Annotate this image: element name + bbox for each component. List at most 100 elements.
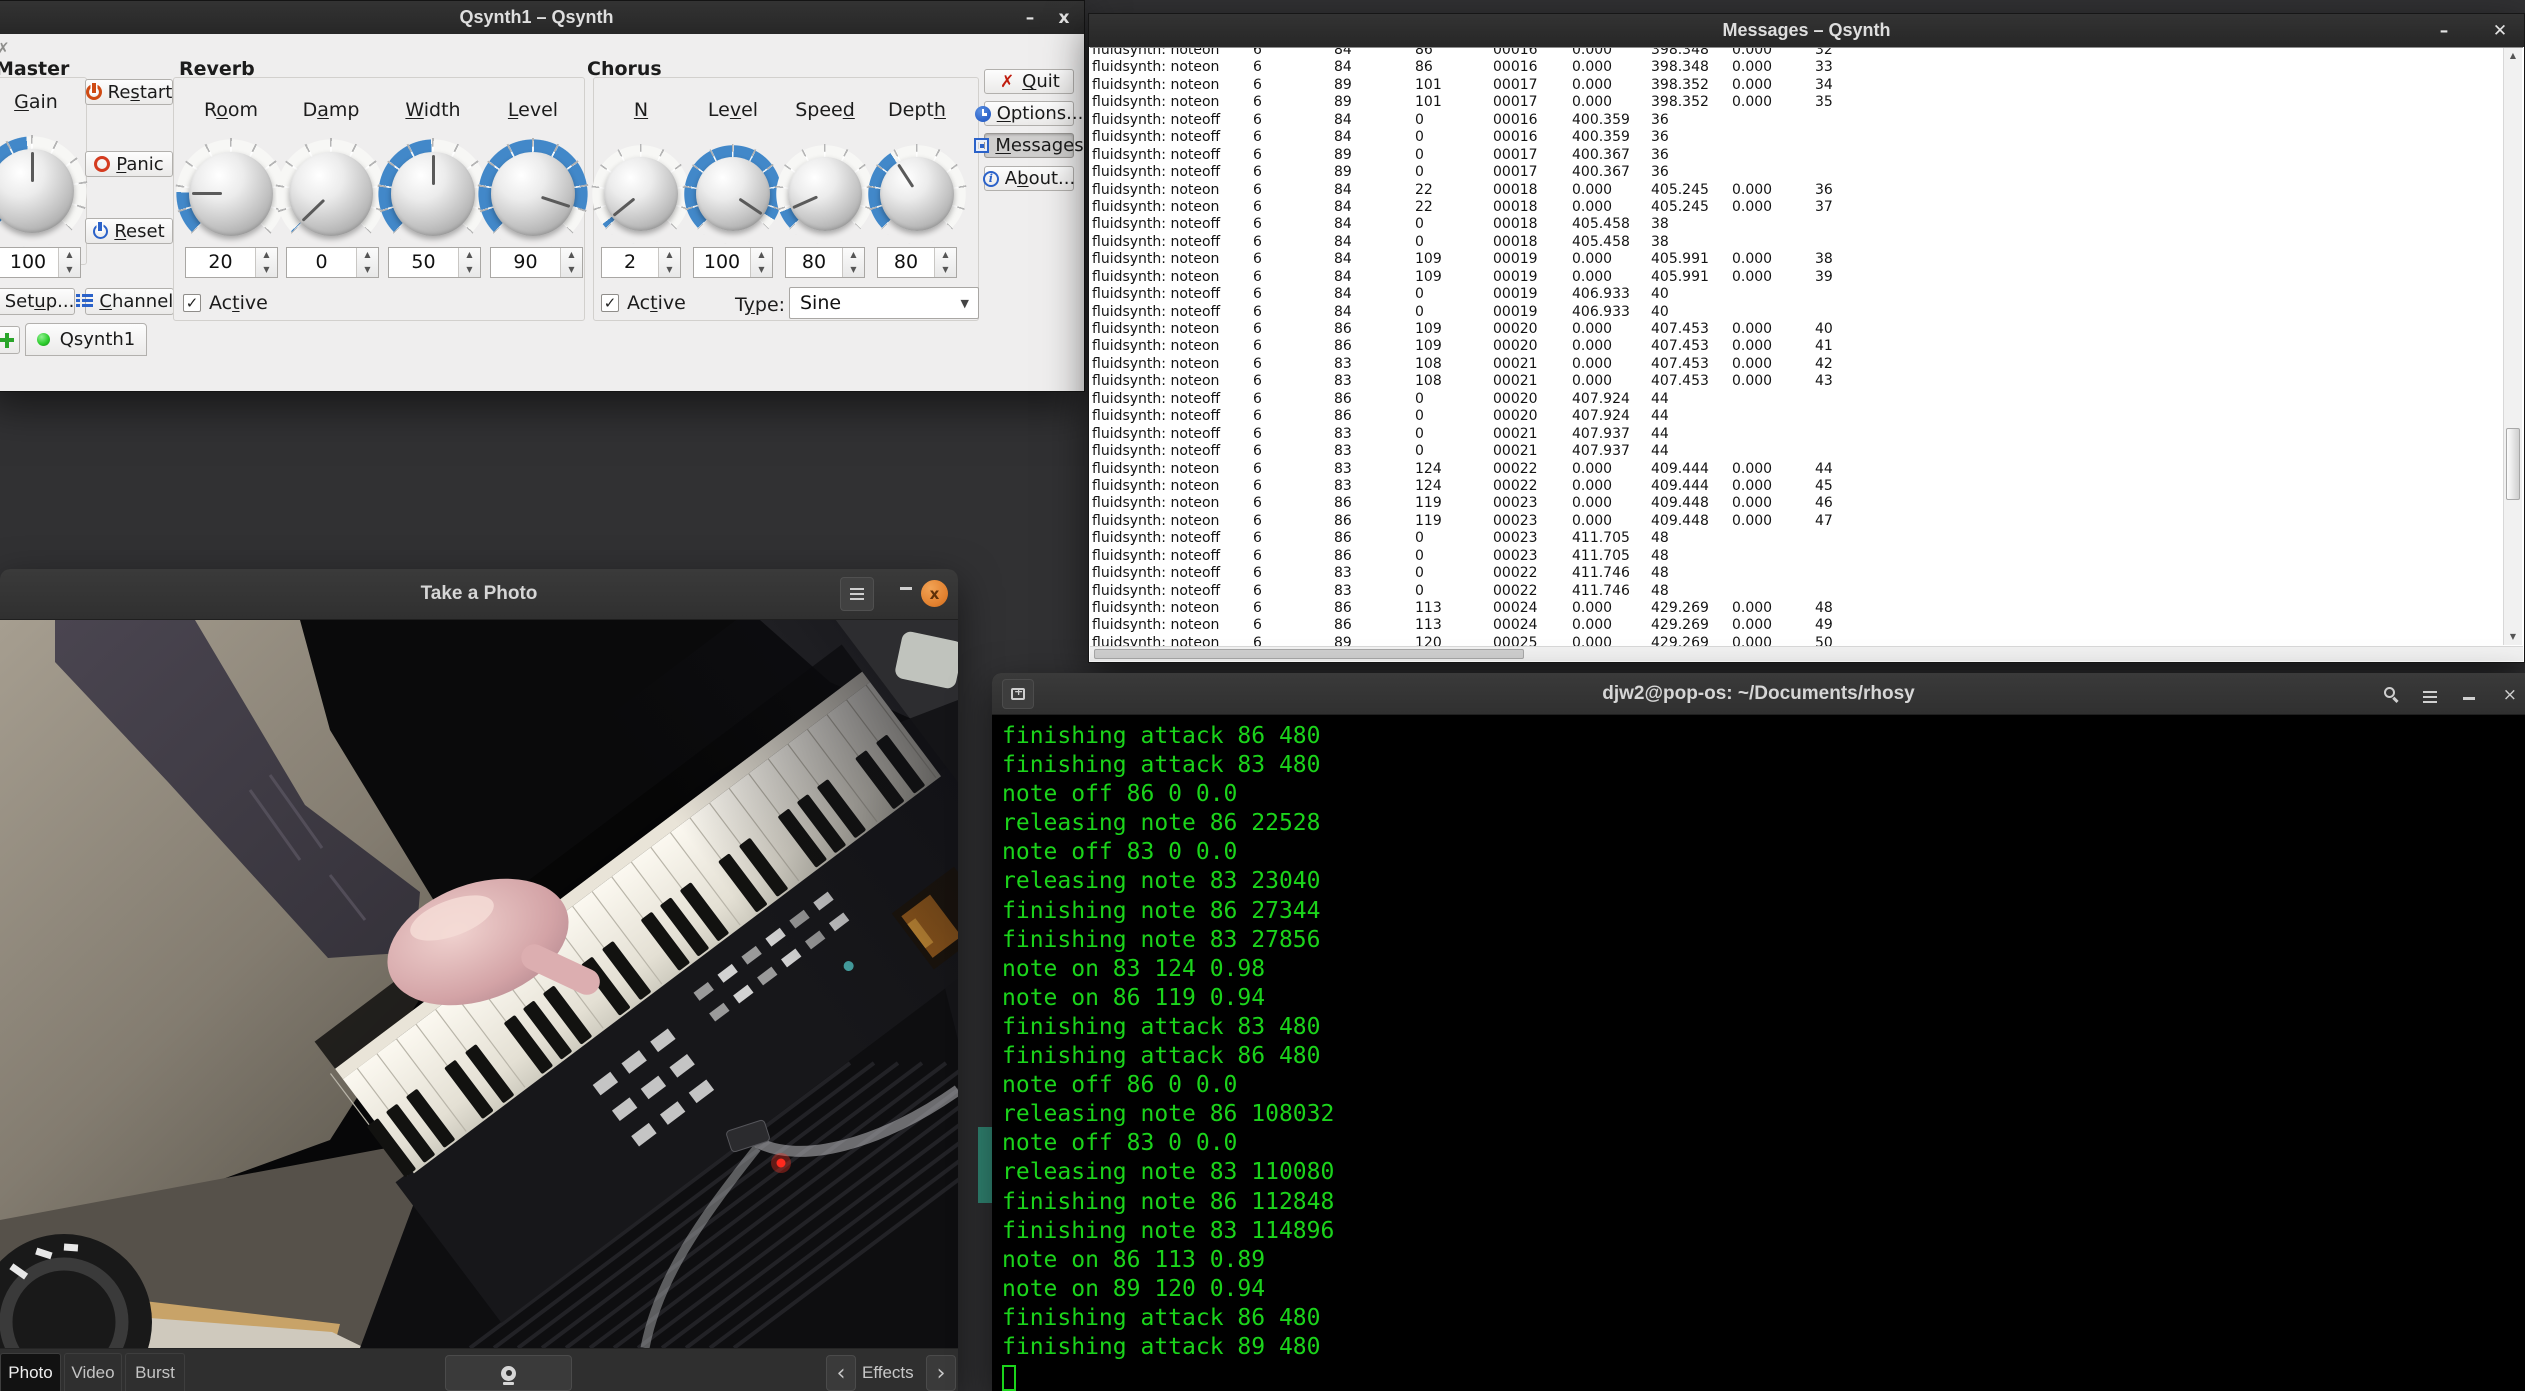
log-cell: fluidsynth: noteon [1092, 199, 1253, 216]
camera-window-title: Take a Photo [421, 583, 538, 605]
spin-down-icon[interactable]: ▼ [459, 263, 480, 278]
about-button[interactable]: iAbout... [984, 166, 1074, 191]
reverb-active-checkbox[interactable]: ✓Active [183, 292, 268, 314]
minimize-button[interactable] [2463, 697, 2475, 700]
reverb-spinbox-2[interactable]: 50▲▼ [388, 247, 481, 278]
chorus-knob-1[interactable] [683, 144, 783, 244]
scroll-up-icon[interactable]: ▲ [2504, 48, 2522, 64]
gain-spinbox[interactable]: 100▲▼ [0, 247, 81, 278]
reverb-spinbox-3[interactable]: 90▲▼ [490, 247, 583, 278]
chorus-knob-3[interactable] [867, 144, 967, 244]
spin-buttons[interactable]: ▲▼ [934, 248, 956, 277]
spin-up-icon[interactable]: ▲ [256, 248, 277, 263]
camera-titlebar[interactable]: Take a Photo x [0, 569, 958, 620]
spin-up-icon[interactable]: ▲ [459, 248, 480, 263]
spin-up-icon[interactable]: ▲ [935, 248, 956, 263]
engine-tab-qsynth1[interactable]: Qsynth1 [25, 323, 147, 356]
log-cell: 0.000 [1732, 635, 1815, 646]
minimize-button[interactable] [900, 587, 912, 590]
effects-label[interactable]: Effects [862, 1355, 914, 1391]
spin-buttons[interactable]: ▲▼ [560, 248, 582, 277]
log-cell [1732, 112, 1815, 129]
chorus-type-combo[interactable]: Sine▼ [789, 287, 979, 319]
reverb-knob-3[interactable] [477, 138, 589, 250]
log-cell: 84 [1334, 234, 1415, 251]
gain-knob[interactable] [0, 135, 88, 247]
chorus-spinbox-1[interactable]: 100▲▼ [693, 247, 773, 278]
terminal-line: finishing attack 86 480 [1002, 723, 2525, 752]
spin-down-icon[interactable]: ▼ [59, 263, 80, 278]
spin-buttons[interactable]: ▲▼ [750, 248, 772, 277]
spin-down-icon[interactable]: ▼ [357, 263, 378, 278]
tab-photo[interactable]: Photo [0, 1353, 61, 1391]
close-icon[interactable]: x [1044, 1, 1084, 34]
spin-down-icon[interactable]: ▼ [561, 263, 582, 278]
panic-button[interactable]: Panic [85, 151, 173, 177]
spin-buttons[interactable]: ▲▼ [458, 248, 480, 277]
qsynth-titlebar[interactable]: Qsynth1 – Qsynth – x [0, 1, 1084, 34]
spin-down-icon[interactable]: ▼ [659, 263, 680, 278]
spin-buttons[interactable]: ▲▼ [658, 248, 680, 277]
log-row: fluidsynth: noteon689101000170.000398.35… [1092, 77, 2501, 94]
horizontal-scrollbar[interactable] [1090, 646, 2523, 661]
log-cell: fluidsynth: noteoff [1092, 147, 1253, 164]
reverb-spinbox-1[interactable]: 0▲▼ [286, 247, 379, 278]
restart-button[interactable]: Restart [85, 79, 173, 105]
menu-button[interactable] [840, 577, 874, 611]
effects-next-button[interactable]: › [926, 1355, 956, 1391]
terminal-titlebar[interactable]: djw2@pop-os: ~/Documents/rhosy × [992, 673, 2525, 715]
options-button[interactable]: Options... [984, 101, 1074, 126]
checkbox-icon[interactable]: ✓ [601, 294, 619, 312]
minimize-icon[interactable]: – [2424, 14, 2464, 47]
quit-button[interactable]: ✗Quit [984, 69, 1074, 94]
log-cell: 38 [1651, 216, 1732, 233]
log-cell: 0.000 [1572, 635, 1651, 646]
spin-down-icon[interactable]: ▼ [935, 263, 956, 278]
spin-down-icon[interactable]: ▼ [256, 263, 277, 278]
chevron-right-icon: › [937, 1361, 946, 1386]
reset-button[interactable]: Reset [85, 218, 173, 244]
spin-up-icon[interactable]: ▲ [659, 248, 680, 263]
messages-button[interactable]: Messages [984, 133, 1074, 158]
log-cell: 84 [1334, 182, 1415, 199]
capture-button[interactable] [445, 1355, 572, 1391]
add-engine-button[interactable] [0, 326, 20, 354]
vertical-scrollbar[interactable]: ▲ ▼ [2503, 48, 2522, 645]
search-button[interactable] [2384, 687, 2395, 698]
spin-buttons[interactable]: ▲▼ [356, 248, 378, 277]
new-tab-button[interactable] [1002, 679, 1034, 709]
chorus-spinbox-0[interactable]: 2▲▼ [601, 247, 681, 278]
messages-titlebar[interactable]: Messages – Qsynth – ✕ [1089, 14, 2524, 47]
spin-down-icon[interactable]: ▼ [751, 263, 772, 278]
effects-prev-button[interactable]: ‹ [826, 1355, 856, 1391]
log-cell: fluidsynth: noteon [1092, 356, 1253, 373]
terminal-output[interactable]: finishing attack 86 480finishing attack … [992, 715, 2525, 1391]
terminal-line: note on 89 120 0.94 [1002, 1276, 2525, 1305]
spin-buttons[interactable]: ▲▼ [842, 248, 864, 277]
tab-video[interactable]: Video [64, 1353, 122, 1391]
checkbox-icon[interactable]: ✓ [183, 294, 201, 312]
channels-button[interactable]: Channels [85, 288, 174, 315]
scrollbar-thumb[interactable] [1094, 649, 1524, 659]
spin-buttons[interactable]: ▲▼ [255, 248, 277, 277]
chorus-spinbox-3[interactable]: 80▲▼ [877, 247, 957, 278]
tab-burst[interactable]: Burst [125, 1353, 185, 1391]
chorus-spinbox-2[interactable]: 80▲▼ [785, 247, 865, 278]
scroll-down-icon[interactable]: ▼ [2504, 629, 2522, 645]
setup-button[interactable]: Setup... [0, 288, 75, 315]
chorus-active-checkbox[interactable]: ✓Active [601, 292, 686, 314]
spin-down-icon[interactable]: ▼ [843, 263, 864, 278]
spin-up-icon[interactable]: ▲ [843, 248, 864, 263]
reverb-3-knob-label: Level [473, 99, 593, 121]
spin-buttons[interactable]: ▲▼ [58, 248, 80, 277]
close-icon[interactable]: ✕ [2480, 14, 2520, 47]
reverb-spinbox-0[interactable]: 20▲▼ [185, 247, 278, 278]
spin-up-icon[interactable]: ▲ [59, 248, 80, 263]
scrollbar-thumb[interactable] [2506, 428, 2520, 500]
spin-up-icon[interactable]: ▲ [561, 248, 582, 263]
spin-up-icon[interactable]: ▲ [751, 248, 772, 263]
spin-up-icon[interactable]: ▲ [357, 248, 378, 263]
close-button[interactable]: × [2503, 685, 2517, 705]
close-button[interactable]: x [921, 580, 948, 607]
reverb-knob-1[interactable] [275, 138, 387, 250]
